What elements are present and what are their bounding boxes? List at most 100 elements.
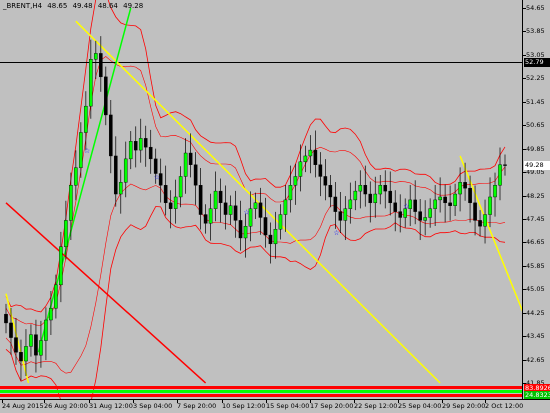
candle-body [283,199,288,215]
candle-body [473,202,477,221]
candle-body [24,346,28,362]
time-label: 17 Sep 20:00 [310,402,354,410]
time-label: 2 Oct 12:00 [485,402,524,410]
candle-body [268,234,273,245]
candle-body [94,53,98,60]
candle-body [433,199,437,209]
candle-body [168,202,173,209]
candle-body [19,352,23,362]
price-label: 53.85 [526,27,545,36]
candle-body [238,220,243,239]
candle-body [113,155,118,195]
candle-body [448,202,452,206]
candle-body [413,199,417,212]
candle-body [233,205,238,221]
candle-body [263,217,268,236]
price-label: 54.65 [526,4,545,12]
candle-body [273,228,278,245]
candle-body [14,337,18,353]
candle-body [393,202,398,212]
candle-body [49,308,53,321]
time-label: 10 Sep 12:00 [222,402,266,410]
time-label: 7 Sep 20:00 [177,402,217,410]
candle-body [44,319,48,341]
candle-body [188,152,193,165]
time-label: 29 Sep 20:00 [442,402,486,410]
candle-body [148,146,153,160]
candle-body [9,322,13,338]
candle-body [363,185,368,195]
candlestick-chart: ☆ ☆ ☆ ☆ ☆ [0,0,522,399]
ohlc-close: 49.28 [123,2,144,10]
candle-body [128,141,133,160]
price-label: 43.45 [526,332,545,341]
fractal-marker: ☆ [84,147,90,155]
candle-body [418,211,422,221]
candle-body [378,185,383,195]
candle-body [343,208,348,221]
candle-body [34,334,38,356]
candle-body [258,202,263,218]
candle-body [208,208,213,224]
fractal-marker: ☆ [244,209,250,217]
candle-body [108,114,113,157]
candle-body [303,155,308,163]
candle-body [318,164,323,177]
price-label: 50.65 [526,121,545,130]
candle-body [443,196,447,204]
indicator-strip-green [0,390,522,393]
candle-body [338,211,343,221]
price-axis[interactable]: 54.65 53.85 53.05 52.25 51.45 50.65 49.85 49.05… [522,0,550,400]
candle-body [253,202,258,209]
symbol-header: _BRENT,H4 48.65 49.48 48.64 49.28 [3,2,146,10]
price-label: 48.25 [526,191,545,200]
candle-body [183,152,188,177]
candle-body [103,76,108,116]
candle-body [453,193,457,206]
ohlc-low: 48.64 [97,2,118,10]
candle-body [178,176,183,198]
candle-body [29,334,33,347]
price-flag: 52.79 [524,57,550,67]
fractal-marker: ☆ [403,203,409,211]
candle-body [483,214,487,227]
candle-body [223,202,228,215]
time-label: 31 Aug 12:00 [89,402,133,410]
price-label: 45.85 [526,261,545,270]
candle-body [243,226,248,239]
candle-body [74,167,78,186]
time-label: 26 Aug 20:00 [44,402,88,410]
candle-body [99,53,103,78]
candle-body [373,193,378,204]
price-label: 44.25 [526,308,545,317]
candle-body [388,190,393,204]
candle-body [118,182,123,195]
ohlc-high: 49.48 [72,2,93,10]
candle-body [173,196,178,209]
candle-body [493,185,497,198]
candle-body [358,185,363,192]
candle-body [84,105,88,133]
candle-body [428,208,432,218]
chart-window[interactable]: ☆ ☆ ☆ ☆ ☆ _BRENT,H4 48.65 49.48 48.64 49.28 … [0,0,550,413]
price-label: 52.25 [526,74,545,83]
price-label: 47.45 [526,214,545,223]
candle-body [313,149,318,165]
ohlc-open: 48.65 [47,2,68,10]
time-axis[interactable]: 24 Aug 2015 26 Aug 20:00 31 Aug 12:00 3 Sep… [0,399,550,413]
candle-body [503,164,507,166]
fractal-marker: ☆ [333,229,339,237]
candle-body [288,185,293,201]
time-label: 15 Sep 04:00 [266,402,310,410]
candle-body [59,246,63,286]
price-chart-area[interactable]: ☆ ☆ ☆ ☆ ☆ [0,0,522,399]
fractal-marker: ☆ [154,173,160,181]
candle-body [89,59,93,107]
candle-body [228,205,233,215]
candle-body [153,158,158,174]
candle-body [488,196,492,215]
indicator-strip-red-2 [0,394,522,397]
candle-body [498,164,502,186]
candle-body [64,220,68,247]
candle-body [478,220,482,227]
